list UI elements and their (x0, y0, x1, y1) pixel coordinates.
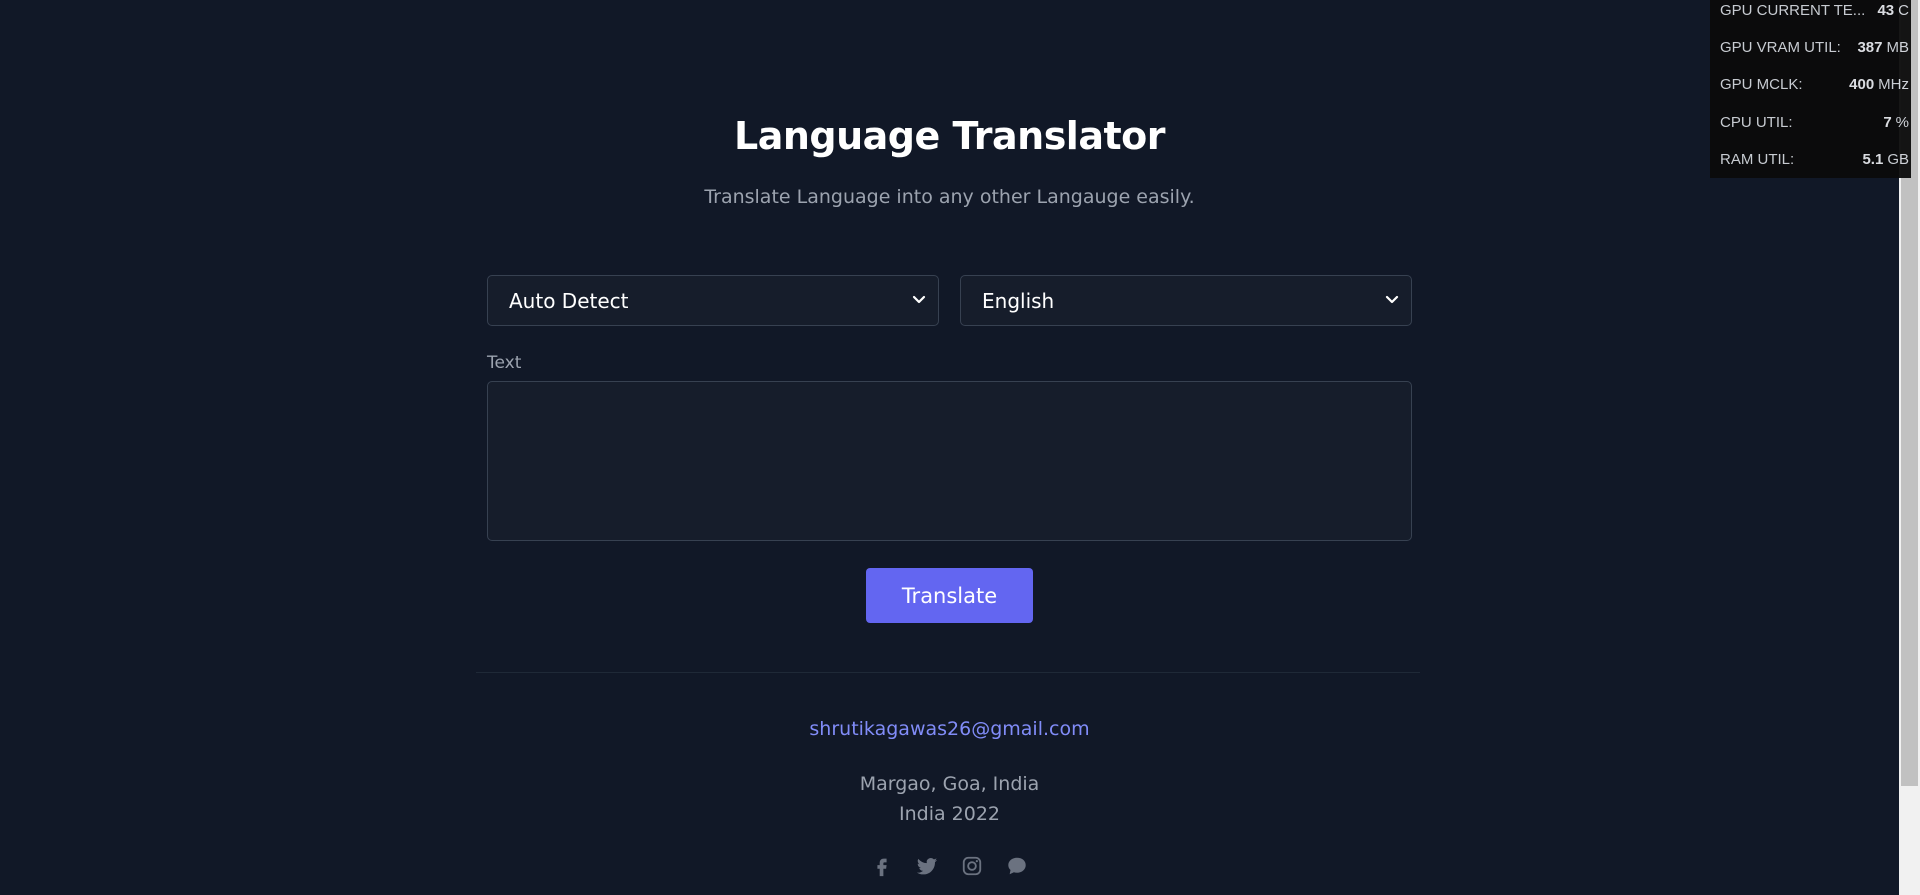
page-title: Language Translator (734, 114, 1166, 158)
translate-button[interactable]: Translate (866, 568, 1033, 623)
social-links (0, 854, 1899, 878)
monitor-row: GPU MCLK: 400 MHz (1720, 76, 1909, 93)
chat-icon[interactable] (1005, 854, 1029, 878)
source-language-select[interactable]: Auto Detect (487, 275, 939, 326)
text-label: Text (487, 353, 522, 373)
footer-location: Margao, Goa, India (859, 773, 1040, 795)
performance-overlay: GPU CURRENT TE... 43 C GPU VRAM UTIL: 38… (1710, 0, 1911, 178)
monitor-row: GPU VRAM UTIL: 387 MB (1720, 39, 1909, 56)
monitor-row: CPU UTIL: 7 % (1720, 114, 1909, 131)
monitor-row: GPU CURRENT TE... 43 C (1720, 2, 1909, 19)
instagram-icon[interactable] (960, 854, 984, 878)
page-subtitle: Translate Language into any other Langau… (704, 186, 1195, 208)
email-link[interactable]: shrutikagawas26@gmail.com (0, 718, 1899, 740)
facebook-icon[interactable] (870, 854, 894, 878)
footer-year: India 2022 (898, 803, 1001, 825)
twitter-icon[interactable] (915, 854, 939, 878)
chevron-down-icon (1385, 295, 1399, 304)
source-language-value: Auto Detect (509, 288, 629, 313)
footer-divider (476, 672, 1420, 673)
translator-page: Language Translator Translate Language i… (0, 0, 1920, 895)
target-language-select[interactable]: English (960, 275, 1412, 326)
target-language-value: English (982, 288, 1055, 313)
chevron-down-icon (912, 295, 926, 304)
monitor-row: RAM UTIL: 5.1 GB (1720, 151, 1909, 168)
text-input[interactable] (487, 381, 1412, 541)
